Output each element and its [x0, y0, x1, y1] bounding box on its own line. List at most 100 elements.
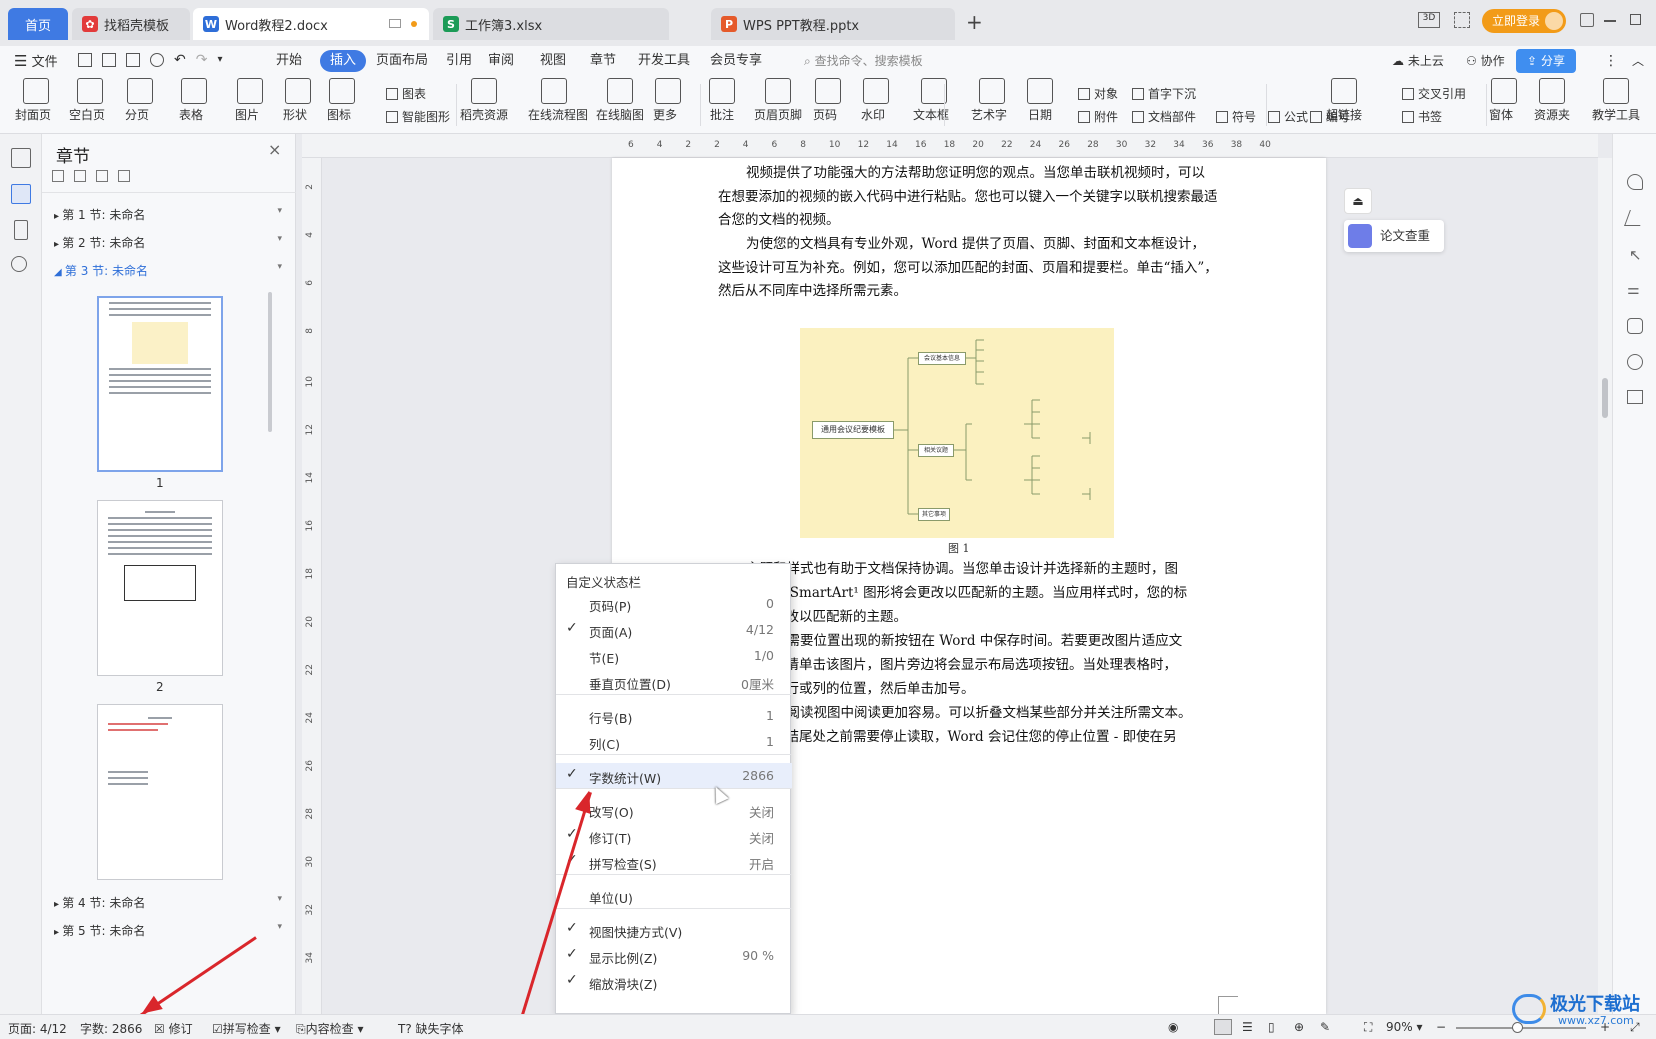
menu-3[interactable]: 引用: [446, 50, 472, 72]
section-4[interactable]: ▸ 第 4 节: 未命名 ▾: [54, 894, 282, 911]
collapsed-caret-icon[interactable]: ▸: [54, 899, 62, 910]
view-outline-icon[interactable]: ☰: [1242, 1020, 1253, 1034]
section-menu-chevron-icon[interactable]: ▾: [277, 234, 282, 244]
customize-chevron-icon[interactable]: ▾: [217, 53, 222, 69]
tab-xlsx[interactable]: S 工作簿3.xlsx: [433, 8, 669, 40]
ribbon-small-5[interactable]: 文档部件: [1132, 108, 1196, 125]
ribbon-small-10[interactable]: 书签: [1402, 108, 1442, 125]
outline-icon[interactable]: [11, 148, 31, 168]
share-button[interactable]: ⇪ 分享: [1516, 49, 1576, 73]
command-search[interactable]: ⌕ 查找命令、搜索模板: [804, 50, 923, 72]
ribbon-small-4[interactable]: 首字下沉: [1132, 85, 1196, 102]
page-thumbnail-1[interactable]: [97, 296, 223, 472]
ribbon-1[interactable]: 空白页: [64, 78, 116, 123]
layout-3d-icon[interactable]: 3D: [1418, 12, 1440, 28]
menu-0[interactable]: 开始: [276, 50, 302, 72]
print-preview-icon[interactable]: [150, 53, 164, 67]
ribbon-20[interactable]: 资源夹: [1526, 78, 1578, 123]
section-1[interactable]: ▸ 第 1 节: 未命名 ▾: [54, 206, 282, 223]
maximize-icon[interactable]: [1630, 14, 1641, 25]
collapsed-caret-icon[interactable]: ▸: [54, 927, 62, 938]
menu-2[interactable]: 页面布局: [376, 50, 428, 72]
tab-doc[interactable]: W Word教程2.docx: [193, 8, 429, 40]
section-menu-chevron-icon[interactable]: ▾: [277, 206, 282, 216]
page-thumbnail-2[interactable]: [97, 500, 223, 676]
vertical-ruler[interactable]: 2 4 6 8 10 12 14 16 18 20 22 24 26 28 30 32 34: [302, 158, 322, 1014]
bookmark-icon[interactable]: [14, 220, 28, 240]
ribbon-0[interactable]: 封面页: [10, 78, 62, 123]
ribbon-small-2[interactable]: 对象: [1078, 85, 1118, 102]
book-read-icon[interactable]: [1627, 390, 1643, 404]
status-word-count[interactable]: 字数: 2866: [80, 1020, 142, 1037]
menu-item-0[interactable]: 页码(P) 0: [556, 591, 792, 617]
section-menu-chevron-icon[interactable]: ▾: [277, 922, 282, 932]
view-write-icon[interactable]: ✎: [1320, 1020, 1330, 1034]
document-scrollbar[interactable]: [1598, 158, 1612, 1014]
collab-button[interactable]: ⚇ 协作: [1466, 50, 1505, 72]
status-spell-check[interactable]: ☑拼写检查 ▾: [212, 1020, 281, 1037]
section-menu-chevron-icon[interactable]: ▾: [277, 894, 282, 904]
ribbon-8[interactable]: 在线流程图: [528, 78, 588, 123]
undo-icon[interactable]: ↶: [174, 53, 186, 69]
ribbon-3[interactable]: 表格: [168, 78, 220, 123]
menu-4[interactable]: 审阅: [488, 50, 514, 72]
status-missing-font[interactable]: T? 缺失字体: [398, 1020, 464, 1037]
remove-section-icon[interactable]: [118, 170, 130, 182]
close-icon[interactable]: ×: [268, 140, 281, 159]
login-button[interactable]: 立即登录: [1482, 9, 1566, 33]
zoom-level[interactable]: 90% ▾: [1386, 1020, 1423, 1034]
ribbon-10[interactable]: 更多: [642, 78, 694, 123]
grid-apps-icon[interactable]: [1454, 12, 1470, 28]
ribbon-small-9[interactable]: 交叉引用: [1402, 85, 1466, 102]
menu-item-10[interactable]: 单位(U): [556, 883, 792, 909]
save-icon[interactable]: [78, 53, 92, 67]
cloud-status[interactable]: ☁ 未上云: [1392, 50, 1444, 72]
pointer-icon[interactable]: ↖: [1629, 246, 1642, 264]
print-icon[interactable]: [126, 53, 140, 67]
menu-item-4[interactable]: 行号(B) 1: [556, 703, 792, 729]
menu-6[interactable]: 章节: [590, 50, 616, 72]
expanded-caret-icon[interactable]: ◢: [54, 267, 65, 278]
find-icon[interactable]: [11, 256, 27, 272]
menu-5[interactable]: 视图: [540, 50, 566, 72]
page-thumbnail-3[interactable]: [97, 704, 223, 880]
file-menu[interactable]: ☰ 文件: [14, 50, 58, 72]
tab-home[interactable]: 首页: [8, 8, 68, 40]
expand-all-icon[interactable]: [74, 170, 86, 182]
ribbon-small-8[interactable]: 编号: [1310, 108, 1350, 125]
ribbon-small-1[interactable]: 智能图形: [386, 108, 450, 125]
ribbon-4[interactable]: 图片: [224, 78, 276, 123]
ribbon-small-7[interactable]: 公式: [1268, 108, 1308, 125]
redo-icon[interactable]: ↷: [196, 53, 208, 69]
fit-page-icon[interactable]: ⛶: [1364, 1020, 1372, 1035]
ribbon-14[interactable]: 水印: [850, 78, 902, 123]
collapsed-caret-icon[interactable]: ▸: [54, 239, 62, 250]
menu-item-12[interactable]: ✓ 显示比例(Z) 90 %: [556, 943, 792, 969]
ribbon-13[interactable]: 页码: [802, 78, 854, 123]
menu-item-9[interactable]: ✓ 拼写检查(S) 开启: [556, 849, 792, 875]
ribbon-6[interactable]: 图标: [316, 78, 368, 123]
eye-protect-icon[interactable]: ◉: [1168, 1020, 1178, 1034]
ribbon-9[interactable]: 在线脑图: [594, 78, 646, 123]
menu-7[interactable]: 开发工具: [638, 50, 690, 72]
translate-icon[interactable]: [1627, 318, 1643, 334]
menu-item-2[interactable]: 节(E) 1/0: [556, 643, 792, 669]
collapse-ribbon-icon[interactable]: ︿: [1632, 50, 1644, 72]
scrollbar-thumb[interactable]: [1602, 378, 1608, 418]
menu-item-5[interactable]: 列(C) 1: [556, 729, 792, 755]
settings-sliders-icon[interactable]: ⚌: [1627, 282, 1640, 298]
screen-icon[interactable]: [389, 19, 401, 28]
section-3[interactable]: ◢ 第 3 节: 未命名 ▾: [54, 262, 282, 279]
menu-item-8[interactable]: ✓ 修订(T) 关闭: [556, 823, 792, 849]
tab-ppt[interactable]: P WPS PPT教程.pptx: [711, 8, 955, 40]
essay-check-button[interactable]: 论文查重: [1344, 220, 1444, 252]
view-web-icon[interactable]: ⊕: [1294, 1020, 1304, 1034]
ribbon-12[interactable]: 页眉页脚: [752, 78, 804, 123]
new-tab-button[interactable]: +: [966, 10, 983, 34]
rocket-icon[interactable]: [1627, 174, 1643, 190]
chapter-nav-icon[interactable]: [11, 184, 31, 204]
pen-icon[interactable]: [1624, 210, 1646, 226]
scroll-top-button[interactable]: ⏏: [1344, 188, 1372, 214]
section-5[interactable]: ▸ 第 5 节: 未命名 ▾: [54, 922, 282, 939]
menu-1[interactable]: 插入: [320, 50, 367, 72]
